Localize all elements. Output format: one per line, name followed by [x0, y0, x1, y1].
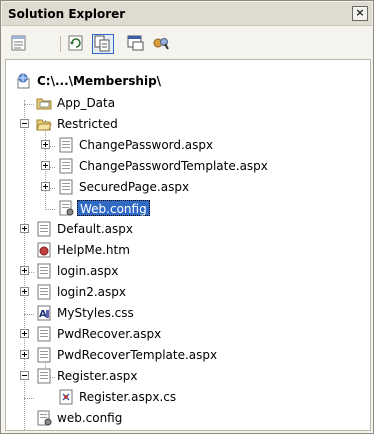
expand-toggle[interactable] — [41, 161, 50, 170]
folder-icon — [36, 98, 52, 110]
view-designer-button[interactable] — [126, 34, 148, 54]
expand-toggle[interactable] — [20, 266, 29, 275]
refresh-icon — [68, 35, 83, 51]
solution-tree[interactable]: C:\...\Membership\ App_Data Restricted C… — [5, 59, 371, 431]
expand-toggle[interactable] — [41, 140, 50, 149]
tree-item-label: HelpMe.htm — [57, 243, 130, 257]
tree-item-label: login.aspx — [57, 264, 119, 278]
aspx-page-icon — [37, 263, 51, 279]
view-designer-icon — [127, 35, 144, 51]
toolbar-separator — [60, 36, 61, 52]
aspx-page-icon — [37, 368, 51, 384]
aspx-page-icon — [59, 137, 73, 153]
tree-root-label: C:\...\Membership\ — [37, 74, 162, 88]
expand-toggle[interactable] — [41, 182, 50, 191]
properties-button[interactable] — [9, 34, 31, 54]
refresh-button[interactable] — [66, 34, 88, 54]
tree-item-label: web.config — [57, 411, 123, 425]
expand-toggle[interactable] — [20, 350, 29, 359]
css-file-icon: A — [37, 305, 51, 321]
tree-item-label: PwdRecoverTemplate.aspx — [57, 348, 218, 362]
tree-item-label: Register.aspx.cs — [79, 390, 177, 404]
aspx-page-icon — [37, 326, 51, 342]
cs-file-icon — [59, 389, 73, 405]
aspx-page-icon — [59, 158, 73, 174]
tree-item-label: App_Data — [57, 96, 116, 110]
tree-item-label: MyStyles.css — [57, 306, 134, 320]
aspx-page-icon — [37, 284, 51, 300]
tree-item-label: ChangePasswordTemplate.aspx — [79, 159, 268, 173]
show-all-files-button[interactable] — [92, 34, 114, 54]
show-all-files-icon — [94, 35, 110, 52]
panel-title: Solution Explorer — [8, 7, 126, 21]
expand-toggle[interactable] — [20, 224, 29, 233]
aspx-page-icon — [37, 221, 51, 237]
svg-text:A: A — [39, 309, 47, 320]
tree-item-label: Default.aspx — [57, 222, 133, 236]
toolbar — [2, 27, 372, 59]
close-icon: × — [355, 6, 365, 19]
tree-item-label: Restricted — [57, 117, 118, 131]
tree-item-label: SecuredPage.aspx — [79, 180, 190, 194]
expand-toggle[interactable] — [20, 329, 29, 338]
tree-connector — [24, 398, 34, 399]
collapse-toggle[interactable] — [20, 119, 29, 128]
tree-item-label: ChangePassword.aspx — [79, 138, 214, 152]
expand-toggle[interactable] — [20, 287, 29, 296]
aspx-page-icon — [37, 347, 51, 363]
close-button[interactable]: × — [352, 6, 368, 21]
copy-website-button[interactable] — [152, 34, 174, 54]
tree-item-label: PwdRecover.aspx — [57, 327, 162, 341]
aspx-page-icon — [59, 179, 73, 195]
tree-connector — [24, 104, 34, 105]
tree-connector — [45, 209, 55, 210]
collapse-toggle[interactable] — [20, 371, 29, 380]
tree-item-label: login2.aspx — [57, 285, 127, 299]
folder-open-icon — [36, 119, 52, 131]
solution-explorer-panel: Solution Explorer × C:\...\Membership\ A… — [0, 0, 374, 434]
config-file-icon — [59, 200, 74, 216]
properties-icon — [11, 35, 26, 51]
copy-website-icon — [153, 38, 169, 50]
tree-item-label: Register.aspx — [57, 369, 138, 383]
htm-file-icon — [37, 242, 51, 258]
website-icon — [17, 73, 30, 89]
tree-connector — [24, 314, 34, 315]
tree-item-label-selected: Web.config — [77, 200, 150, 216]
config-file-icon — [37, 410, 52, 426]
title-bar: Solution Explorer × — [2, 2, 372, 26]
